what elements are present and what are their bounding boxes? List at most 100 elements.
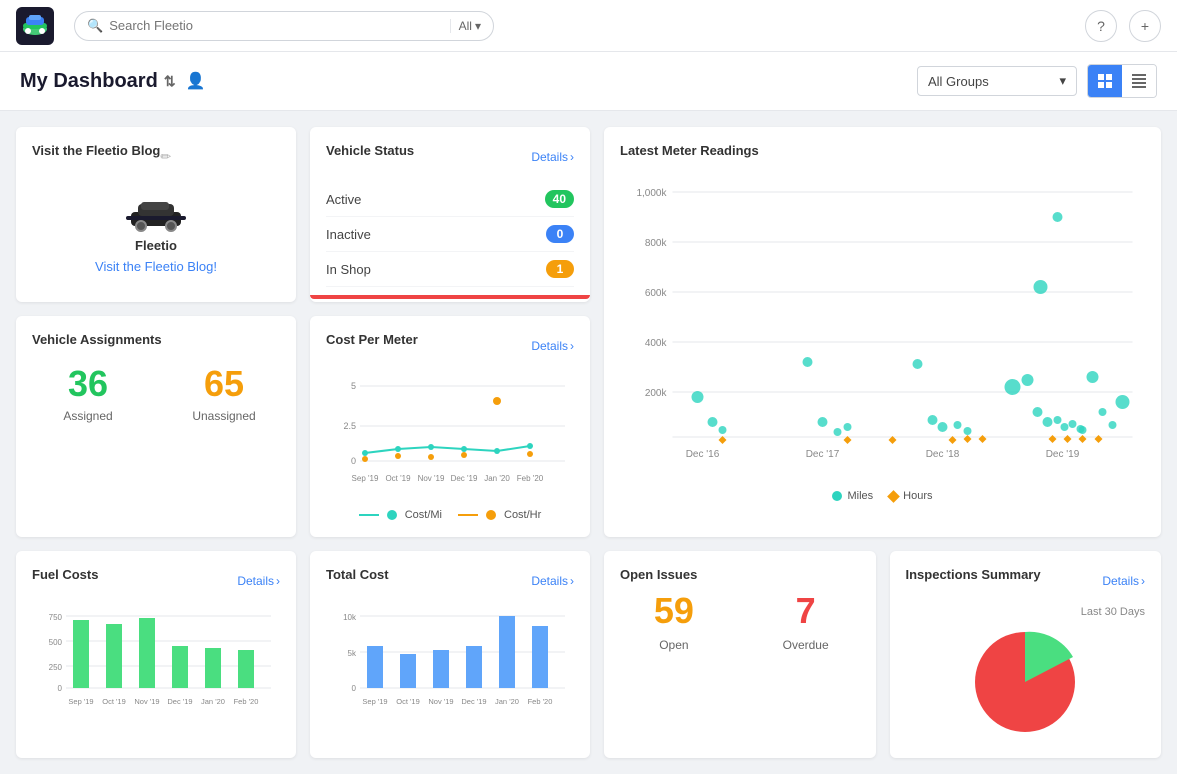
total-cost-details[interactable]: Details › <box>531 574 574 588</box>
meter-readings-header: Latest Meter Readings <box>620 143 1145 170</box>
search-bar[interactable]: 🔍 All ▾ <box>74 11 494 41</box>
cost-per-meter-chart: 5 2.5 0 Sep '19 Oct '19 <box>326 371 574 501</box>
open-count: 59 <box>654 590 694 632</box>
legend-hours: Hours <box>889 490 932 502</box>
dashboard: Visit the Fleetio Blog ✏ Fleetio Visit t… <box>0 111 1177 774</box>
title-chevron-icon[interactable]: ⇅ <box>164 73 176 90</box>
legend-miles: Miles <box>832 490 873 502</box>
search-input[interactable] <box>109 18 443 33</box>
view-toggle <box>1087 64 1157 98</box>
unassigned-label: Unassigned <box>192 409 255 423</box>
svg-text:Dec '19: Dec '19 <box>451 474 478 483</box>
top-nav: 🔍 All ▾ ? + <box>0 0 1177 52</box>
add-button[interactable]: + <box>1129 10 1161 42</box>
assignments-title: Vehicle Assignments <box>32 332 162 347</box>
issues-values: 59 Open 7 Overdue <box>620 590 860 652</box>
svg-text:0: 0 <box>352 684 357 693</box>
expand-view-button[interactable] <box>1122 65 1156 97</box>
open-issues-card: Open Issues 59 Open 7 Overdue <box>604 551 876 758</box>
unassigned-item: 65 Unassigned <box>168 363 280 423</box>
cost-per-meter-details[interactable]: Details › <box>531 339 574 353</box>
cost-line-chart: 5 2.5 0 Sep '19 Oct '19 <box>326 371 574 501</box>
assigned-count: 36 <box>68 363 108 405</box>
svg-text:0: 0 <box>58 684 63 693</box>
page-header: My Dashboard ⇅ 👤 All Groups ▾ <box>0 52 1177 111</box>
fuel-costs-title: Fuel Costs <box>32 567 98 582</box>
svg-text:500: 500 <box>49 638 63 647</box>
legend-cost-mi: Cost/Mi <box>359 509 442 521</box>
cost-per-meter-legend: Cost/Mi Cost/Hr <box>326 509 574 521</box>
svg-text:Feb '20: Feb '20 <box>234 697 259 706</box>
inspections-card: Inspections Summary Details › Last 30 Da… <box>890 551 1162 758</box>
overdue-count: 7 <box>796 590 816 632</box>
svg-text:Nov '19: Nov '19 <box>428 697 453 706</box>
edit-icon[interactable]: ✏ <box>160 149 171 165</box>
svg-text:Dec '19: Dec '19 <box>167 697 192 706</box>
assigned-label: Assigned <box>63 409 112 423</box>
cost-per-meter-card: Cost Per Meter Details › 5 2.5 0 <box>310 316 590 537</box>
status-inshop-row: In Shop 1 <box>326 252 574 287</box>
meter-readings-title: Latest Meter Readings <box>620 143 759 158</box>
status-inactive-label: Inactive <box>326 227 371 242</box>
vehicle-status-header: Vehicle Status Details › <box>326 143 574 170</box>
grid-icon <box>1098 74 1112 88</box>
inspections-chart <box>906 622 1146 742</box>
blog-title: Visit the Fleetio Blog <box>32 143 160 158</box>
svg-text:Nov '19: Nov '19 <box>418 474 445 483</box>
total-cost-header: Total Cost Details › <box>326 567 574 594</box>
svg-text:250: 250 <box>49 663 63 672</box>
fuel-costs-details[interactable]: Details › <box>237 574 280 588</box>
inspections-header: Inspections Summary Details › <box>906 567 1146 594</box>
assignments-values: 36 Assigned 65 Unassigned <box>32 363 280 423</box>
fuel-bar-chart: 750 500 250 0 Sep '19 Oct '19 Nov '19 De… <box>32 606 280 726</box>
svg-text:Sep '19: Sep '19 <box>362 697 387 706</box>
svg-text:Jan '20: Jan '20 <box>201 697 225 706</box>
cost-per-meter-header: Cost Per Meter Details › <box>326 332 574 359</box>
svg-text:Dec '18: Dec '18 <box>926 449 960 460</box>
blog-logo-text: Fleetio <box>135 238 177 253</box>
overdue-item: 7 Overdue <box>752 590 860 652</box>
help-button[interactable]: ? <box>1085 10 1117 42</box>
groups-dropdown[interactable]: All Groups ▾ <box>917 66 1077 96</box>
svg-text:Jan '20: Jan '20 <box>495 697 519 706</box>
inspections-pie <box>965 622 1085 742</box>
svg-text:0: 0 <box>351 456 356 466</box>
user-icon[interactable]: 👤 <box>186 71 206 91</box>
blog-card-header: Visit the Fleetio Blog ✏ <box>32 143 171 170</box>
search-icon: 🔍 <box>87 18 103 34</box>
fleetio-logo <box>16 7 54 45</box>
svg-text:Jan '20: Jan '20 <box>484 474 510 483</box>
status-inactive-badge: 0 <box>546 225 574 243</box>
status-active-row: Active 40 <box>326 182 574 217</box>
svg-text:Sep '19: Sep '19 <box>352 474 379 483</box>
meter-scatter-chart: 1,000k 800k 600k 400k 200k Dec '16 Dec '… <box>620 182 1145 482</box>
svg-text:Feb '20: Feb '20 <box>528 697 553 706</box>
vehicle-status-title: Vehicle Status <box>326 143 414 158</box>
svg-text:800k: 800k <box>645 238 668 249</box>
status-active-badge: 40 <box>545 190 574 208</box>
inspections-details[interactable]: Details › <box>1102 574 1145 588</box>
total-cost-card: Total Cost Details › 10k 5k 0 <box>310 551 590 758</box>
grid-view-button[interactable] <box>1088 65 1122 97</box>
meter-readings-legend: Miles Hours <box>620 490 1145 502</box>
fuel-costs-header: Fuel Costs Details › <box>32 567 280 594</box>
svg-text:Dec '17: Dec '17 <box>806 449 840 460</box>
svg-text:2.5: 2.5 <box>343 421 356 431</box>
fuel-costs-card: Fuel Costs Details › 750 500 250 0 <box>16 551 296 758</box>
assignments-card: Vehicle Assignments 36 Assigned 65 Unass… <box>16 316 296 537</box>
vehicle-status-details[interactable]: Details › <box>531 150 574 164</box>
svg-text:Oct '19: Oct '19 <box>385 474 411 483</box>
blog-content: Fleetio Visit the Fleetio Blog! <box>32 182 280 286</box>
expand-icon <box>1132 74 1146 88</box>
legend-cost-hr: Cost/Hr <box>458 509 541 521</box>
search-filter[interactable]: All ▾ <box>450 19 481 33</box>
status-inshop-badge: 1 <box>546 260 574 278</box>
svg-text:Dec '16: Dec '16 <box>686 449 720 460</box>
svg-text:Sep '19: Sep '19 <box>68 697 93 706</box>
status-inshop-label: In Shop <box>326 262 371 277</box>
assigned-item: 36 Assigned <box>32 363 144 423</box>
blog-link[interactable]: Visit the Fleetio Blog! <box>95 259 217 274</box>
svg-text:400k: 400k <box>645 338 668 349</box>
logo[interactable] <box>16 7 54 45</box>
status-inactive-row: Inactive 0 <box>326 217 574 252</box>
